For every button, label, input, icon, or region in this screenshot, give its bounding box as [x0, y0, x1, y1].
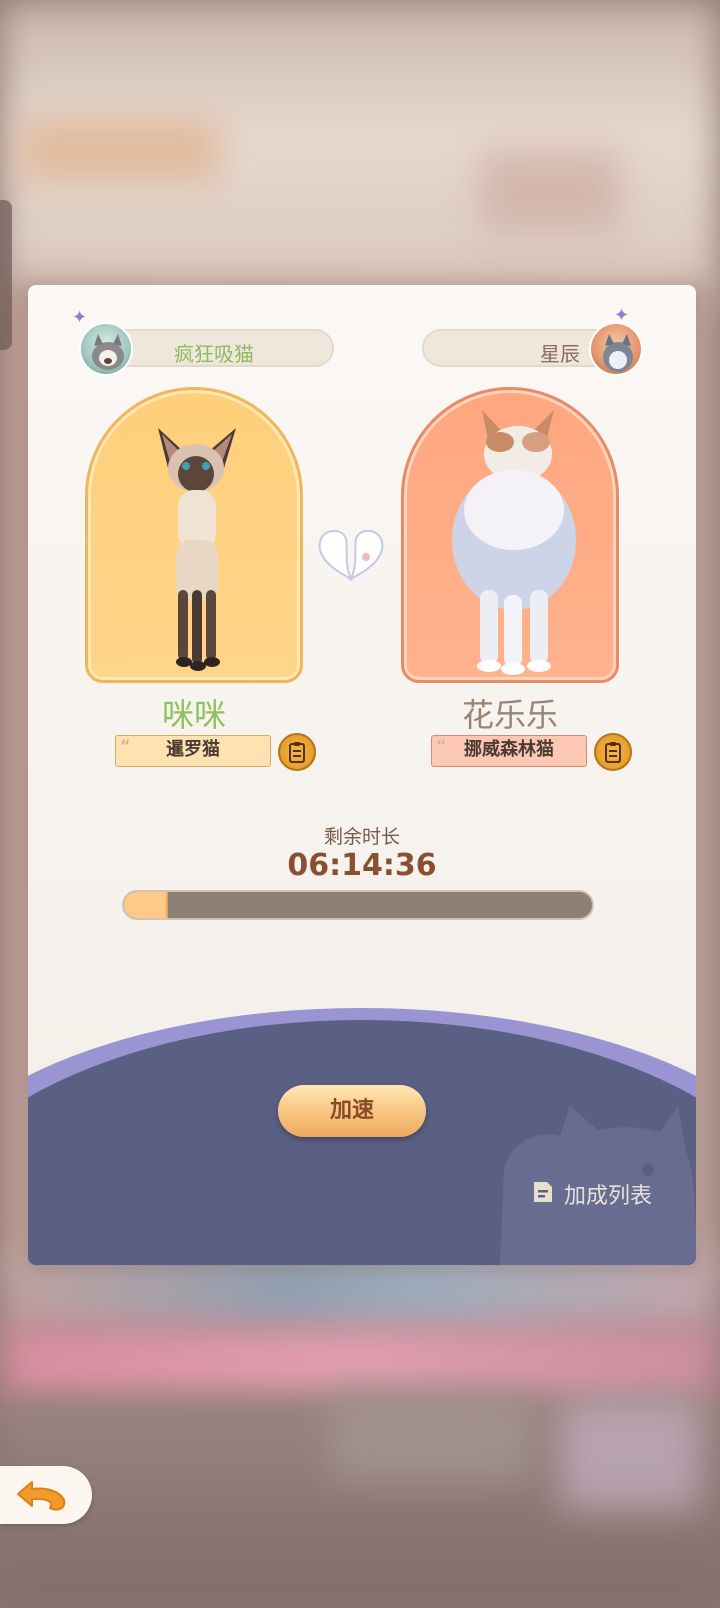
document-icon [534, 1182, 552, 1202]
breeding-panel: 疯狂吸猫 ✦ 星辰 ✦ 咪咪 花乐乐 “ 暹罗猫 “ 挪威森林猫 剩余时长 06… [28, 285, 696, 1265]
clipboard-icon [289, 742, 305, 763]
sparkle-icon: ✦ [614, 305, 630, 326]
cat-info-button-right[interactable] [594, 733, 632, 771]
side-drawer-handle[interactable] [0, 200, 12, 350]
cat-portrait-right[interactable] [401, 387, 619, 683]
heart-paws-icon [318, 529, 384, 581]
owner-name-right: 星辰 [540, 342, 580, 366]
progress-bar [122, 890, 594, 920]
owner-name-left: 疯狂吸猫 [174, 342, 254, 366]
sparkle-icon: ✦ [72, 307, 88, 328]
cat-portrait-left[interactable] [85, 387, 303, 683]
avatar-right[interactable] [589, 322, 643, 376]
bonus-list-label: 加成列表 [564, 1184, 653, 1209]
norwegian-forest-cat-image [452, 410, 576, 675]
cat-name-left: 咪咪 [161, 696, 226, 734]
breed-tag-left: “ 暹罗猫 [115, 735, 271, 767]
breed-label-right: 挪威森林猫 [464, 739, 554, 760]
speed-up-button[interactable]: 加速 [278, 1085, 426, 1137]
back-arrow-icon [17, 1481, 66, 1511]
remaining-time-label: 剩余时长 [323, 826, 400, 848]
siamese-cat-image [158, 428, 236, 671]
cat-info-button-left[interactable] [278, 733, 316, 771]
progress-fill [124, 892, 169, 918]
remaining-time-value: 06:14:36 [287, 848, 437, 883]
back-button[interactable] [0, 1466, 92, 1524]
breed-tag-right: “ 挪威森林猫 [431, 735, 587, 767]
avatar-left[interactable] [79, 322, 133, 376]
breed-label-left: 暹罗猫 [166, 739, 220, 760]
cat-name-right: 花乐乐 [461, 696, 558, 734]
clipboard-icon [605, 742, 621, 763]
